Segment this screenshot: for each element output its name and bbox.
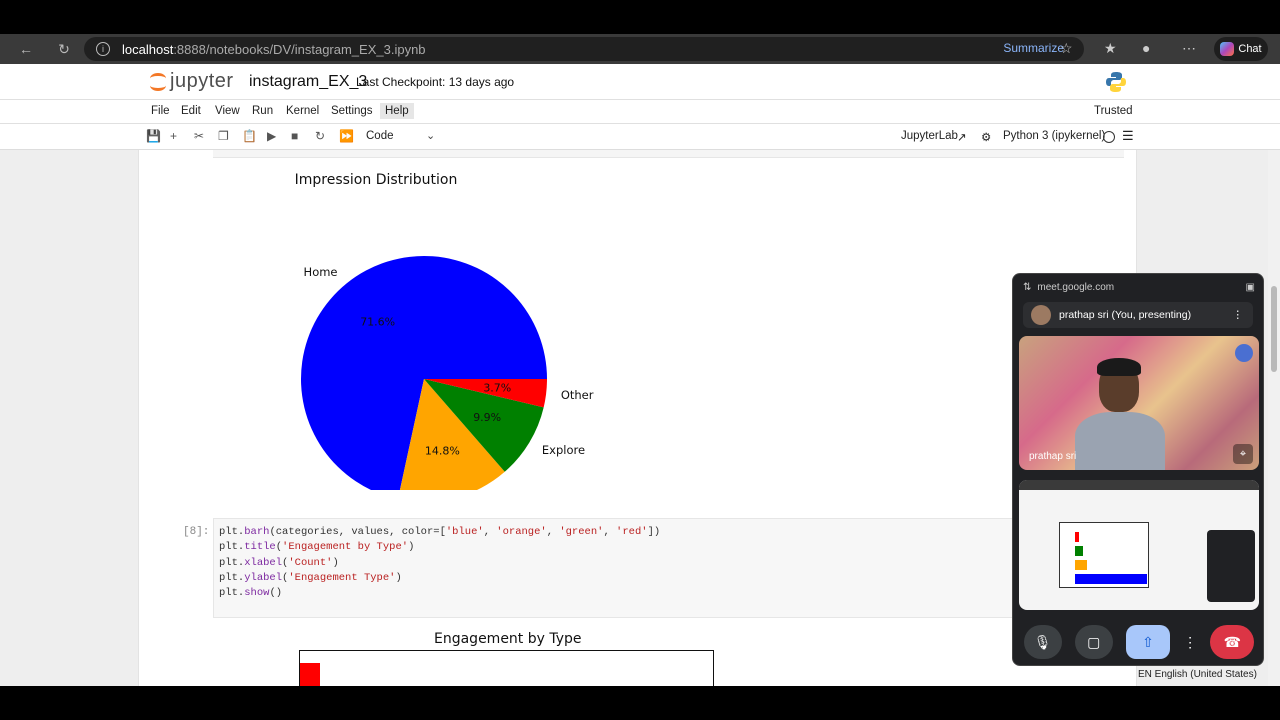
- url-host: localhost: [122, 41, 174, 57]
- self-video: prathap sri ⌖: [1019, 336, 1259, 470]
- menu-settings[interactable]: Settings: [331, 105, 373, 117]
- presenter-name: prathap sri (You, presenting): [1059, 309, 1192, 321]
- code-line-5: plt.show(): [219, 587, 283, 600]
- browser-toolbar: ← ↻ i localhost:8888/notebooks/DV/instag…: [0, 34, 1280, 64]
- kernel-status-icon: [1103, 131, 1115, 143]
- code-line-4: plt.ylabel('Engagement Type'): [219, 571, 402, 584]
- code-cell[interactable]: plt.barh(categories, values, color=['blu…: [213, 518, 1124, 618]
- screen-share-preview: [1019, 480, 1259, 610]
- cell-prompt: [8]:: [183, 526, 210, 538]
- python-logo-icon: [1106, 72, 1126, 92]
- chevron-down-icon[interactable]: ⌄: [426, 129, 435, 142]
- meet-domain: meet.google.com: [1037, 281, 1115, 293]
- site-info-icon[interactable]: i: [96, 42, 110, 56]
- menu-help[interactable]: Help: [380, 103, 414, 119]
- end-call-icon[interactable]: ☎: [1210, 625, 1255, 659]
- address-bar[interactable]: i localhost:8888/notebooks/DV/instagram_…: [84, 37, 1084, 61]
- pie-pct-hashtags: 14.8%: [425, 444, 460, 457]
- pie-chart: Impression Distribution 71.6%Home14.8%Ha…: [295, 172, 594, 490]
- settings-icon[interactable]: ⇅: [1023, 282, 1031, 293]
- bar-chart-axes: [299, 650, 714, 686]
- stop-icon[interactable]: ■: [291, 129, 298, 143]
- summarize-button[interactable]: Summarize: [1003, 41, 1064, 55]
- kernel-name[interactable]: Python 3 (ipykernel): [1003, 130, 1105, 142]
- mic-icon[interactable]: 🎙: [1023, 625, 1062, 659]
- url-path: :8888/notebooks/DV/instagram_EX_3.ipynb: [173, 41, 426, 57]
- language-indicator[interactable]: EN English (United States): [1138, 669, 1257, 680]
- pie-pct-explore: 9.9%: [473, 411, 501, 424]
- bar-red: [300, 663, 320, 686]
- pie-title: Impression Distribution: [295, 172, 458, 188]
- pie-label-other: Other: [561, 388, 594, 402]
- more-icon[interactable]: ⋯: [1182, 40, 1196, 57]
- jupyter-logo[interactable]: jupyter: [150, 70, 234, 93]
- video-label: prathap sri: [1029, 451, 1077, 462]
- menu-edit[interactable]: Edit: [181, 105, 201, 117]
- jupyter-ring-icon: [150, 72, 166, 92]
- chat-label: Chat: [1238, 43, 1262, 55]
- copilot-icon: [1220, 42, 1235, 56]
- menu-view[interactable]: View: [215, 105, 240, 117]
- pie-pct-other: 3.7%: [483, 382, 511, 395]
- menu-file[interactable]: File: [151, 105, 170, 117]
- favorites-icon[interactable]: ★: [1104, 40, 1117, 57]
- code-line-2: plt.title('Engagement by Type'): [219, 541, 415, 554]
- pie-label-home: Home: [304, 265, 338, 279]
- vertical-scrollbar[interactable]: [1268, 150, 1280, 686]
- meet-controls: 🎙 ▢ ⇧ ⋮ ☎: [1013, 620, 1263, 664]
- pie-label-explore: Explore: [542, 443, 585, 457]
- notebook-page: Impression Distribution 71.6%Home14.8%Ha…: [138, 150, 1137, 686]
- run-icon[interactable]: ▶: [267, 129, 276, 143]
- star-icon[interactable]: ☆: [1060, 40, 1073, 57]
- copy-icon[interactable]: ❐: [218, 129, 229, 143]
- add-cell-icon[interactable]: +: [170, 129, 177, 143]
- checkpoint-text: Last Checkpoint: 13 days ago: [356, 75, 515, 89]
- more-vert-icon[interactable]: ⋮: [1233, 309, 1244, 321]
- more-options-icon[interactable]: ⋮: [1183, 625, 1197, 659]
- menu-run[interactable]: Run: [252, 105, 273, 117]
- paste-icon[interactable]: 📋: [242, 129, 257, 143]
- code-line-3: plt.xlabel('Count'): [219, 556, 339, 569]
- jupyter-logo-text: jupyter: [170, 70, 234, 92]
- jupyterlab-link[interactable]: JupyterLab: [901, 130, 958, 142]
- menu-bar: File Edit View Run Kernel Settings Help …: [0, 100, 1280, 124]
- chat-button[interactable]: Chat: [1214, 37, 1268, 61]
- external-link-icon[interactable]: ↗: [957, 130, 967, 144]
- present-screen-icon[interactable]: ⇧: [1125, 625, 1170, 659]
- back-icon[interactable]: ←: [12, 37, 40, 61]
- notebook-name[interactable]: instagram_EX_3: [249, 73, 367, 91]
- avatar: [1031, 305, 1051, 325]
- meet-overlay[interactable]: ⇅ meet.google.com ▣ prathap sri (You, pr…: [1012, 273, 1264, 666]
- debug-icon[interactable]: ⚙: [981, 130, 991, 144]
- scrollbar-thumb[interactable]: [1271, 286, 1277, 372]
- bar-chart-title: Engagement by Type: [434, 631, 582, 647]
- speaking-indicator-icon: [1235, 344, 1253, 362]
- pip-icon[interactable]: ▣: [1246, 282, 1255, 293]
- pie-pct-home: 71.6%: [360, 316, 395, 329]
- previous-cell-strip: [213, 150, 1124, 158]
- jupyter-header: jupyter instagram_EX_3 Last Checkpoint: …: [0, 64, 1280, 100]
- presenter-bar: prathap sri (You, presenting) ⋮: [1023, 302, 1253, 328]
- camera-icon[interactable]: ▢: [1074, 625, 1113, 659]
- crop-icon[interactable]: ⌖: [1233, 444, 1253, 464]
- meet-header: ⇅ meet.google.com ▣: [1013, 274, 1263, 300]
- menu-icon[interactable]: ☰: [1122, 128, 1134, 144]
- code-line-1: plt.barh(categories, values, color=['blu…: [219, 526, 661, 538]
- cut-icon[interactable]: ✂: [194, 129, 204, 143]
- save-icon[interactable]: 💾: [146, 129, 161, 143]
- restart-icon[interactable]: ↻: [315, 129, 325, 143]
- run-all-icon[interactable]: ⏩: [339, 129, 354, 143]
- person-figure: [1075, 358, 1165, 470]
- reload-icon[interactable]: ↻: [50, 37, 78, 61]
- notebook-toolbar: 💾 + ✂ ❐ 📋 ▶ ■ ↻ ⏩ Code ⌄ JupyterLab ↗ ⚙ …: [0, 124, 1280, 150]
- menu-kernel[interactable]: Kernel: [286, 105, 319, 117]
- cell-type-select[interactable]: Code: [366, 130, 394, 142]
- profile-icon[interactable]: ●: [1142, 40, 1150, 56]
- trusted-indicator[interactable]: Trusted: [1094, 105, 1133, 117]
